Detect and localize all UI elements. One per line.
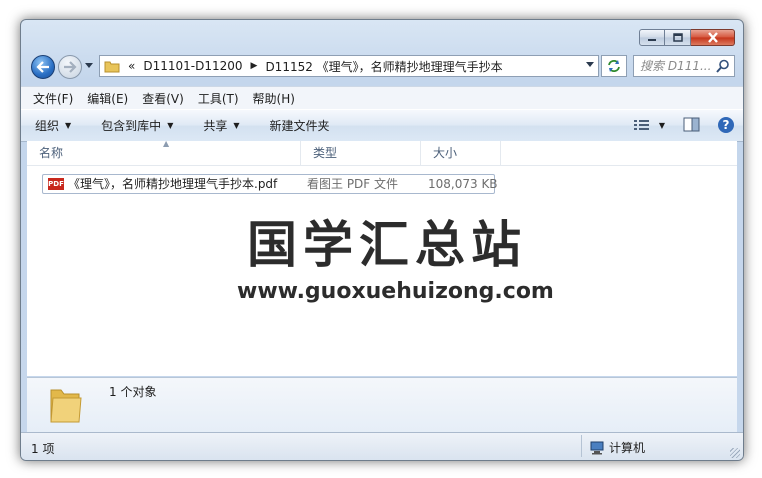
help-icon[interactable]: ? (717, 116, 735, 134)
close-button[interactable] (691, 29, 735, 46)
new-folder-label: 新建文件夹 (269, 119, 330, 133)
recent-pages-dropdown[interactable] (85, 62, 93, 72)
item-count: 1 个对象 (109, 385, 157, 399)
search-box[interactable] (633, 55, 735, 77)
chevron-down-icon (85, 63, 93, 68)
column-headers: ▲ 名称 类型 大小 (27, 139, 737, 166)
history-overflow[interactable]: « (128, 59, 135, 73)
chevron-down-icon (586, 62, 594, 67)
status-location: 计算机 (589, 439, 645, 456)
menu-bar: 文件(F) 编辑(E) 查看(V) 工具(T) 帮助(H) (21, 86, 743, 109)
new-folder-button[interactable]: 新建文件夹 (270, 117, 330, 134)
menu-help[interactable]: 帮助(H) (253, 90, 295, 107)
share-label: 共享 (203, 119, 228, 133)
column-header-name[interactable]: 名称 (27, 141, 301, 165)
file-list-pane[interactable]: ▲ 名称 类型 大小 PDF 《理气》，名师精抄地理理气手抄本.pdf 看图王 … (27, 139, 737, 376)
file-name: 《理气》，名师精抄地理理气手抄本.pdf (68, 177, 278, 191)
details-pane: 1 个对象 (27, 377, 737, 432)
command-bar: 组织 ▼ 包含到库中 ▼ 共享 ▼ 新建文件夹 ▼ ? (21, 109, 743, 142)
share-button[interactable]: 共享 ▼ (203, 117, 239, 134)
resize-grip[interactable] (730, 448, 740, 458)
column-header-type[interactable]: 类型 (301, 141, 421, 165)
view-options-icon[interactable] (633, 118, 651, 132)
refresh-button[interactable] (601, 55, 627, 77)
watermark-url: www.guoxuehuizong.com (237, 279, 554, 304)
pdf-file-icon: PDF (48, 178, 64, 190)
close-icon (707, 32, 718, 43)
file-row[interactable]: PDF 《理气》，名师精抄地理理气手抄本.pdf 看图王 PDF 文件 108,… (42, 174, 498, 194)
menu-tools[interactable]: 工具(T) (198, 90, 239, 107)
menu-view[interactable]: 查看(V) (142, 90, 184, 107)
computer-icon (590, 441, 604, 454)
explorer-window: « D11101-D11200 ▶ D11152 《理气》，名师精抄地理理气手抄… (20, 19, 744, 461)
maximize-icon (672, 33, 683, 42)
address-dropdown-button[interactable] (586, 61, 594, 71)
navigation-bar: « D11101-D11200 ▶ D11152 《理气》，名师精抄地理理气手抄… (29, 53, 735, 81)
preview-pane-icon[interactable] (683, 117, 701, 133)
organize-button[interactable]: 组织 ▼ (35, 117, 71, 134)
file-size: 108,073 KB (428, 177, 498, 191)
folder-icon (104, 61, 120, 73)
status-location-label: 计算机 (609, 441, 646, 455)
include-in-library-button[interactable]: 包含到库中 ▼ (101, 117, 173, 134)
status-item-count: 1 项 (31, 442, 55, 456)
breadcrumb-separator-icon[interactable]: ▶ (251, 61, 258, 71)
watermark: 国学汇总站 www.guoxuehuizong.com (237, 216, 554, 304)
search-input[interactable] (640, 58, 710, 74)
back-button[interactable] (31, 55, 55, 79)
arrow-left-icon (36, 61, 49, 73)
breadcrumb-parent[interactable]: D11101-D11200 (143, 59, 242, 73)
chevron-down-icon: ▼ (65, 121, 72, 130)
organize-label: 组织 (35, 119, 60, 133)
file-type: 看图王 PDF 文件 (307, 177, 399, 191)
chevron-down-icon: ▼ (167, 121, 174, 130)
maximize-button[interactable] (665, 29, 691, 46)
chevron-down-icon: ▼ (233, 121, 240, 130)
menu-edit[interactable]: 编辑(E) (87, 90, 128, 107)
svg-text:?: ? (723, 118, 730, 132)
caption-buttons (639, 29, 735, 47)
breadcrumb-current[interactable]: D11152 《理气》，名师精抄地理理气手抄本 (265, 58, 502, 75)
minimize-icon (648, 38, 656, 41)
forward-button[interactable] (58, 55, 82, 79)
status-divider (581, 435, 582, 457)
view-controls: ▼ ? (633, 116, 735, 134)
arrow-right-icon (64, 61, 77, 73)
watermark-title: 国学汇总站 (247, 216, 527, 274)
include-in-library-label: 包含到库中 (101, 119, 162, 133)
column-header-size[interactable]: 大小 (421, 141, 501, 165)
large-folder-icon (50, 389, 82, 423)
search-icon[interactable] (716, 59, 730, 73)
address-bar[interactable]: « D11101-D11200 ▶ D11152 《理气》，名师精抄地理理气手抄… (99, 55, 599, 77)
status-bar: 1 项 计算机 (21, 432, 743, 460)
refresh-icon (608, 60, 620, 72)
view-dropdown-icon[interactable]: ▼ (659, 121, 665, 130)
minimize-button[interactable] (639, 29, 665, 46)
menu-file[interactable]: 文件(F) (33, 90, 73, 107)
